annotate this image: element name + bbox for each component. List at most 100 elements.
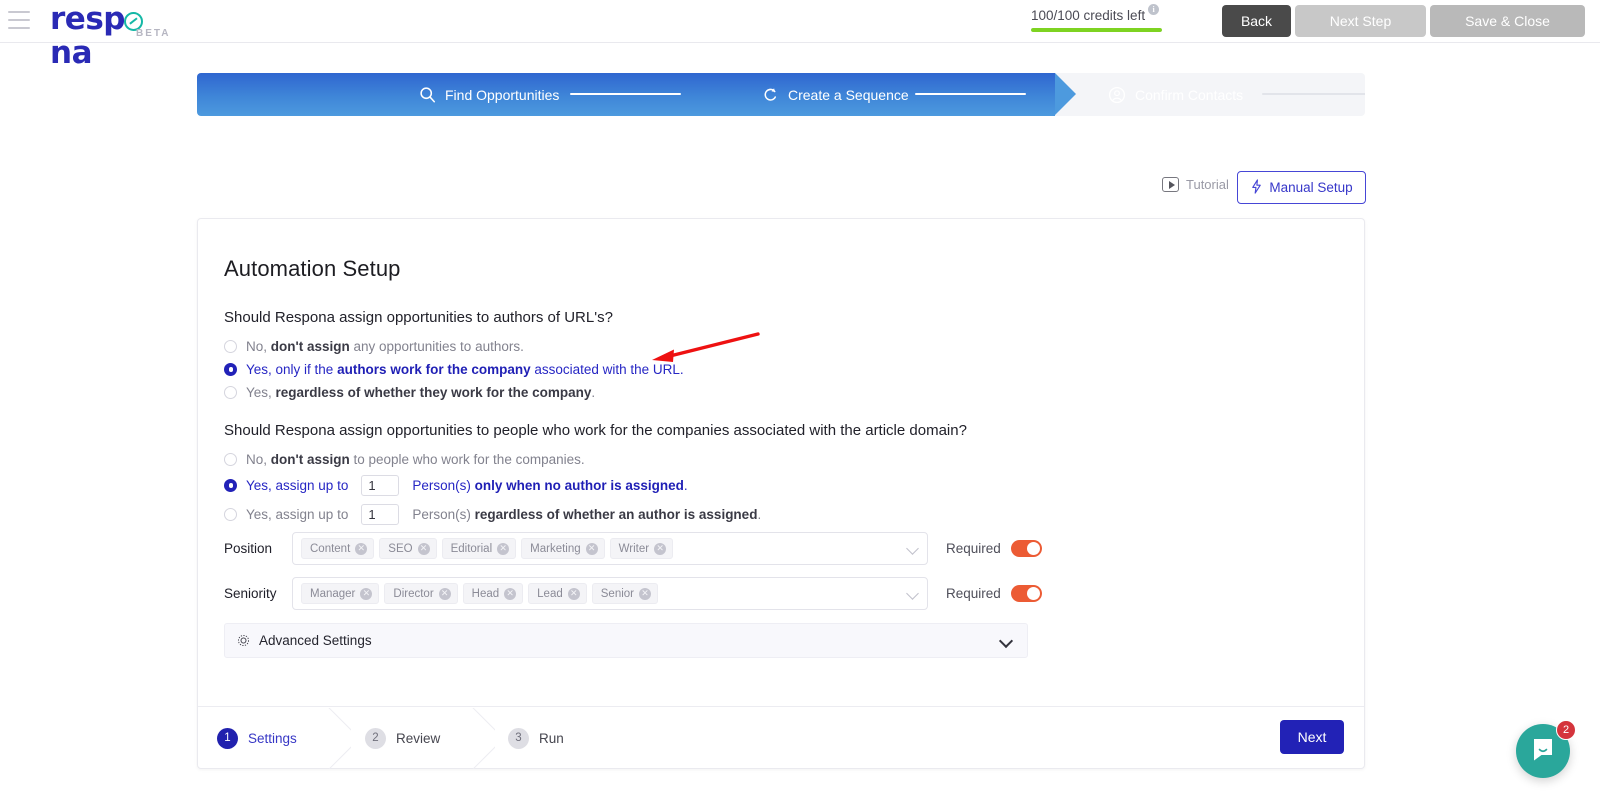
wizard-connector-1 xyxy=(570,93,681,95)
person-count-input-regardless[interactable] xyxy=(361,503,400,525)
position-required-toggle[interactable] xyxy=(1010,540,1042,557)
wizard-step-create-sequence[interactable]: Create a Sequence xyxy=(762,73,909,116)
position-required-label: Required xyxy=(946,541,1001,556)
footer-step-separator xyxy=(316,708,351,769)
remove-tag-icon[interactable]: ✕ xyxy=(585,542,598,555)
hamburger-menu-icon[interactable] xyxy=(8,11,30,29)
tutorial-button[interactable]: Tutorial xyxy=(1162,177,1229,192)
radio-option-authors-work-for-company[interactable]: Yes, only if the authors work for the co… xyxy=(224,359,684,379)
remove-tag-icon[interactable]: ✕ xyxy=(438,587,451,600)
radio-indicator xyxy=(224,507,237,521)
chevron-down-icon[interactable] xyxy=(906,542,919,555)
seniority-label: Seniority xyxy=(224,586,277,601)
seniority-required-label: Required xyxy=(946,586,1001,601)
radio-option-no-company-assign[interactable]: No, don't assign to people who work for … xyxy=(224,449,585,469)
tag-label: Director xyxy=(393,587,434,600)
radio-indicator xyxy=(224,385,237,399)
radio-option-authors-regardless[interactable]: Yes, regardless of whether they work for… xyxy=(224,382,595,402)
remove-tag-icon[interactable]: ✕ xyxy=(417,542,430,555)
radio-indicator xyxy=(224,452,237,466)
credits-text: 100/100 credits left xyxy=(1031,8,1146,23)
remove-tag-icon[interactable]: ✕ xyxy=(654,542,667,555)
save-and-close-button[interactable]: Save & Close xyxy=(1430,5,1585,37)
chevron-down-icon[interactable] xyxy=(906,587,919,600)
chevron-down-icon[interactable] xyxy=(998,633,1014,649)
remove-tag-icon[interactable]: ✕ xyxy=(355,542,368,555)
tag-chip[interactable]: Writer ✕ xyxy=(609,538,674,559)
manual-setup-label: Manual Setup xyxy=(1269,180,1353,195)
wizard-step-label: Create a Sequence xyxy=(788,86,909,103)
tag-label: Lead xyxy=(537,587,563,600)
wizard-connector-3 xyxy=(1262,93,1365,95)
tag-chip[interactable]: Director ✕ xyxy=(384,583,458,604)
radio-option-assign-when-no-author[interactable]: Yes, assign up to Person(s) only when no… xyxy=(224,474,688,496)
support-chat-unread-badge: 2 xyxy=(1556,720,1576,740)
tag-chip[interactable]: Senior ✕ xyxy=(591,583,658,604)
remove-tag-icon[interactable]: ✕ xyxy=(567,587,580,600)
radio-indicator-selected xyxy=(224,478,237,492)
beta-badge: BETA xyxy=(136,28,171,39)
radio-option-assign-regardless[interactable]: Yes, assign up to Person(s) regardless o… xyxy=(224,503,762,525)
step-number-badge: 2 xyxy=(365,727,386,749)
radio-label: Yes, regardless of whether they work for… xyxy=(246,384,596,400)
user-circle-icon xyxy=(1108,86,1126,104)
position-field-row: Position Content ✕ SEO ✕ Editorial ✕ Market… xyxy=(224,532,1042,565)
step-label: Run xyxy=(539,730,564,746)
footer-step-settings[interactable]: 1 Settings xyxy=(217,719,297,757)
seniority-field-row: Seniority Manager ✕ Director ✕ Head ✕ Lead ✕… xyxy=(224,577,1042,610)
credits-progress-bar xyxy=(1031,28,1162,32)
footer-step-run[interactable]: 3 Run xyxy=(508,719,564,757)
remove-tag-icon[interactable]: ✕ xyxy=(497,542,510,555)
back-button[interactable]: Back xyxy=(1222,5,1291,37)
position-multiselect[interactable]: Content ✕ SEO ✕ Editorial ✕ Marketing ✕ Writ… xyxy=(292,532,928,565)
footer-step-review[interactable]: 2 Review xyxy=(365,719,440,757)
person-count-input-when-no-author[interactable] xyxy=(361,474,400,496)
radio-label: Yes, only if the authors work for the co… xyxy=(246,361,684,377)
chat-bubble-icon xyxy=(1530,736,1556,767)
next-button[interactable]: Next xyxy=(1280,720,1344,754)
wizard-stepper: Find Opportunities Create a Sequence Con… xyxy=(197,73,1365,116)
remove-tag-icon[interactable]: ✕ xyxy=(504,587,517,600)
wizard-step-confirm-contacts[interactable]: Confirm Contacts xyxy=(1108,73,1243,116)
remove-tag-icon[interactable]: ✕ xyxy=(639,587,651,600)
tag-chip[interactable]: SEO ✕ xyxy=(379,538,437,559)
search-icon xyxy=(419,86,436,103)
tag-label: Manager xyxy=(310,587,356,600)
tag-label: Senior xyxy=(600,587,634,600)
tag-chip[interactable]: Content ✕ xyxy=(301,538,375,559)
refresh-icon xyxy=(762,86,779,103)
question-authors: Should Respona assign opportunities to a… xyxy=(224,309,613,326)
radio-label-suffix: Person(s) regardless of whether an autho… xyxy=(412,506,762,522)
tag-chip[interactable]: Editorial ✕ xyxy=(441,538,517,559)
seniority-multiselect[interactable]: Manager ✕ Director ✕ Head ✕ Lead ✕ Senior ✕ xyxy=(292,577,928,610)
manual-setup-button[interactable]: Manual Setup xyxy=(1237,171,1366,204)
card-footer: 1 Settings 2 Review 3 Run Next xyxy=(198,706,1364,768)
next-step-button[interactable]: Next Step xyxy=(1295,5,1426,37)
tag-chip[interactable]: Head ✕ xyxy=(462,583,524,604)
wizard-step-find-opportunities[interactable]: Find Opportunities xyxy=(419,73,559,116)
step-label: Review xyxy=(396,730,441,746)
tag-chip[interactable]: Lead ✕ xyxy=(528,583,587,604)
step-number-badge: 1 xyxy=(217,727,238,749)
tag-label: Content xyxy=(310,542,351,555)
footer-step-separator xyxy=(460,708,495,769)
tag-chip[interactable]: Manager ✕ xyxy=(301,583,380,604)
wizard-connector-2 xyxy=(915,93,1026,95)
seniority-required-toggle[interactable] xyxy=(1010,585,1042,602)
step-label: Settings xyxy=(248,730,297,746)
automation-setup-card: Automation Setup Should Respona assign o… xyxy=(197,218,1365,769)
tag-label: Editorial xyxy=(450,542,493,555)
step-number-badge: 3 xyxy=(508,727,529,749)
gear-icon xyxy=(237,634,250,647)
tag-chip[interactable]: Marketing ✕ xyxy=(521,538,605,559)
radio-indicator xyxy=(224,339,237,353)
radio-indicator-selected xyxy=(224,362,237,376)
info-icon[interactable]: i xyxy=(1148,4,1160,15)
tag-label: Marketing xyxy=(530,542,581,555)
remove-tag-icon[interactable]: ✕ xyxy=(360,587,373,600)
respona-logo[interactable]: respna BETA xyxy=(50,2,180,70)
radio-option-no-author-assign[interactable]: No, don't assign any opportunities to au… xyxy=(224,336,524,356)
advanced-settings-accordion[interactable]: Advanced Settings xyxy=(224,623,1028,658)
tag-label: SEO xyxy=(388,542,413,555)
position-label: Position xyxy=(224,541,273,556)
